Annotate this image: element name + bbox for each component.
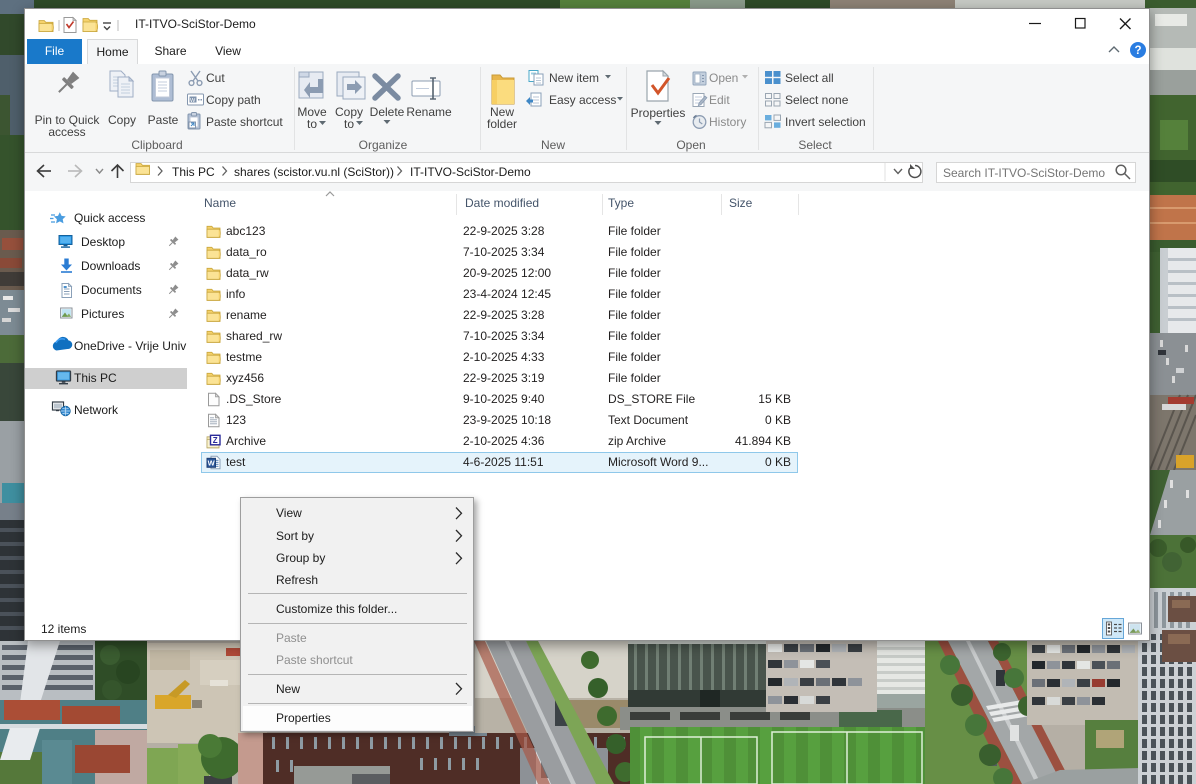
svg-text:W: W: [208, 459, 216, 468]
svg-text:?: ?: [1134, 45, 1141, 57]
svg-text:Z: Z: [213, 436, 218, 445]
